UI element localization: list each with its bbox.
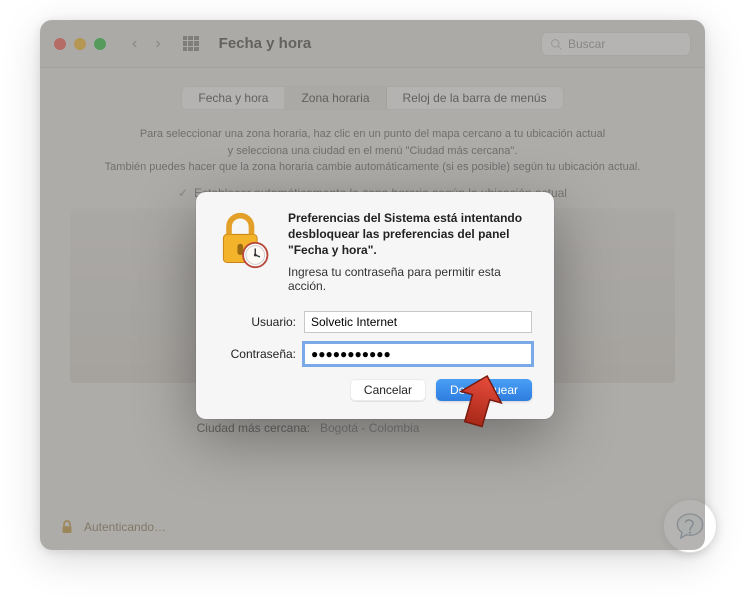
search-placeholder: Buscar bbox=[568, 37, 605, 51]
back-icon[interactable]: ‹ bbox=[132, 35, 137, 53]
traffic-lights bbox=[54, 38, 106, 50]
lock-row[interactable]: Autenticando… bbox=[58, 518, 166, 536]
city-value: Bogotá - Colombia bbox=[320, 421, 419, 435]
auth-title: Preferencias del Sistema está intentando… bbox=[288, 210, 532, 259]
help-chat-button[interactable] bbox=[663, 499, 717, 553]
auth-message: Preferencias del Sistema está intentando… bbox=[288, 210, 532, 293]
user-field[interactable] bbox=[304, 311, 532, 333]
window-title: Fecha y hora bbox=[219, 35, 312, 52]
speech-bubble-icon bbox=[674, 510, 706, 542]
search-input[interactable]: Buscar bbox=[541, 32, 691, 56]
help-text: Para seleccionar una zona horaria, haz c… bbox=[70, 126, 675, 176]
zoom-window-icon[interactable] bbox=[94, 38, 106, 50]
show-all-icon[interactable] bbox=[183, 36, 199, 52]
password-label: Contraseña: bbox=[214, 347, 304, 361]
nav-arrows: ‹ › bbox=[132, 35, 161, 53]
close-window-icon[interactable] bbox=[54, 38, 66, 50]
city-label: Ciudad más cercana: bbox=[70, 421, 320, 435]
password-field[interactable] bbox=[304, 343, 532, 365]
cancel-button[interactable]: Cancelar bbox=[350, 379, 426, 401]
minimize-window-icon[interactable] bbox=[74, 38, 86, 50]
tab-date-time[interactable]: Fecha y hora bbox=[182, 87, 285, 109]
lock-hint-text: Autenticando… bbox=[84, 520, 166, 534]
tab-menu-clock[interactable]: Reloj de la barra de menús bbox=[387, 87, 563, 109]
tabs: Fecha y hora Zona horaria Reloj de la ba… bbox=[181, 86, 563, 110]
lock-icon bbox=[58, 518, 76, 536]
annotation-arrow-icon bbox=[455, 373, 505, 429]
titlebar: ‹ › Fecha y hora Buscar bbox=[40, 20, 705, 68]
auth-subtitle: Ingresa tu contraseña para permitir esta… bbox=[288, 265, 532, 293]
tab-timezone[interactable]: Zona horaria bbox=[285, 87, 386, 109]
forward-icon[interactable]: › bbox=[155, 35, 160, 53]
lock-clock-icon bbox=[214, 210, 274, 270]
search-icon bbox=[550, 38, 562, 50]
user-label: Usuario: bbox=[214, 315, 304, 329]
